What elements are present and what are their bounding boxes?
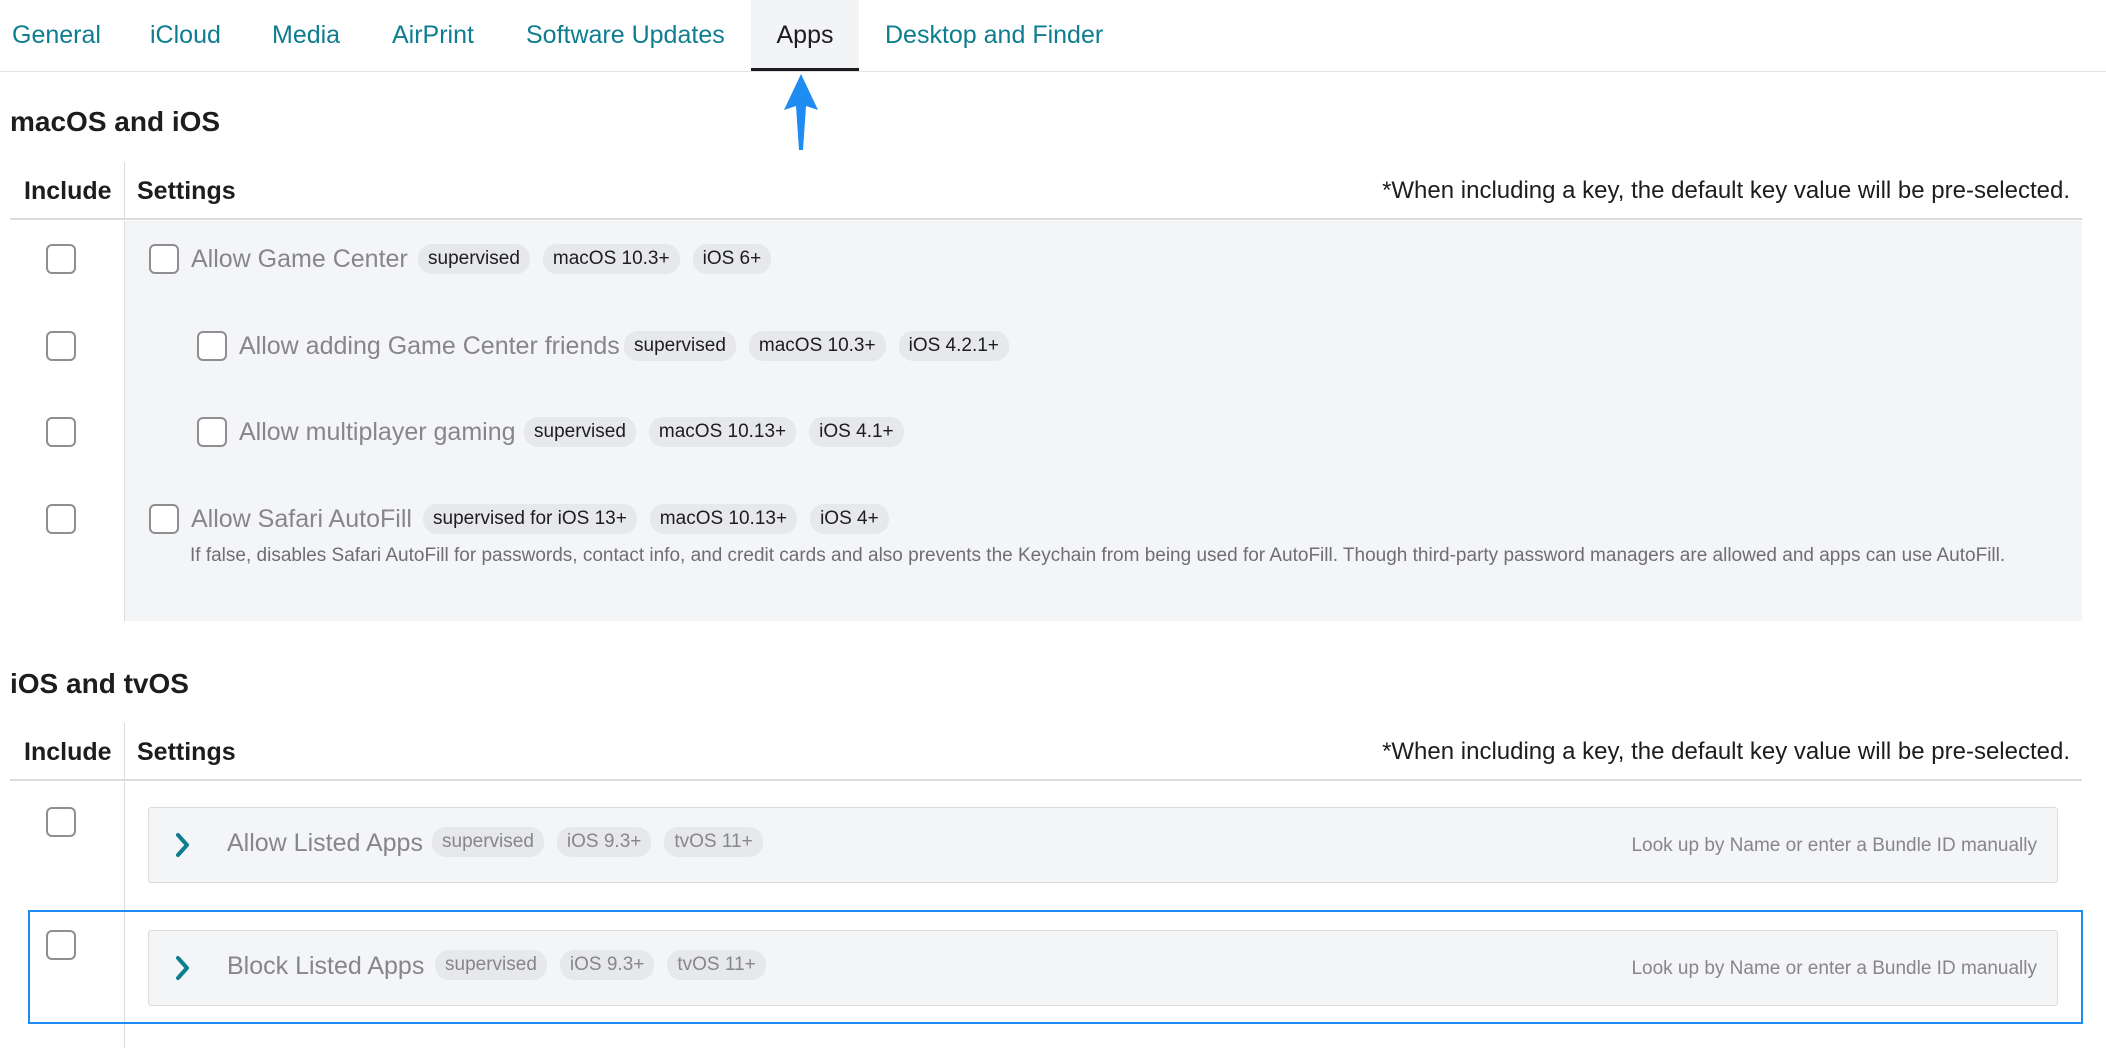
- include-checkbox-allow-listed-apps[interactable]: [46, 807, 76, 837]
- badge-group: supervised iOS 9.3+ tvOS 11+: [435, 950, 766, 980]
- badge: iOS 6+: [692, 244, 772, 274]
- default-value-note: *When including a key, the default key v…: [1382, 177, 2070, 204]
- setting-label-safari-autofill: Allow Safari AutoFill: [191, 505, 412, 533]
- badge: iOS 9.3+: [556, 827, 652, 857]
- column-header-settings: Settings: [137, 177, 236, 205]
- tab-bar: General iCloud Media AirPrint Software U…: [0, 0, 2106, 72]
- badge: supervised: [435, 950, 547, 980]
- badge-group: supervised macOS 10.3+ iOS 6+: [418, 244, 772, 274]
- setting-checkbox-game-center[interactable]: [149, 244, 179, 274]
- badge: macOS 10.3+: [748, 331, 886, 361]
- app-list-label: Allow Listed Apps: [227, 829, 423, 857]
- chevron-right-icon[interactable]: [175, 955, 191, 981]
- column-header-settings: Settings: [137, 738, 236, 766]
- setting-checkbox-game-center-friends[interactable]: [197, 331, 227, 361]
- block-listed-apps-card[interactable]: Block Listed Apps supervised iOS 9.3+ tv…: [148, 930, 2058, 1006]
- chevron-right-icon[interactable]: [175, 832, 191, 858]
- setting-label-game-center-friends: Allow adding Game Center friends: [239, 332, 620, 360]
- badge-group: supervised macOS 10.13+ iOS 4.1+: [524, 417, 904, 447]
- app-list-label: Block Listed Apps: [227, 952, 425, 980]
- tab-apps[interactable]: Apps: [751, 0, 859, 71]
- tab-software-updates[interactable]: Software Updates: [526, 0, 725, 71]
- column-header-include: Include: [24, 177, 112, 205]
- badge: supervised: [418, 244, 530, 274]
- lookup-hint: Look up by Name or enter a Bundle ID man…: [1631, 835, 2037, 856]
- table-header: Include Settings *When including a key, …: [10, 723, 2082, 781]
- badge: macOS 10.13+: [648, 417, 797, 447]
- badge: supervised: [524, 417, 636, 447]
- badge-group: supervised for iOS 13+ macOS 10.13+ iOS …: [423, 504, 889, 534]
- badge-group: supervised macOS 10.3+ iOS 4.2.1+: [624, 331, 1009, 361]
- badge: iOS 9.3+: [559, 950, 655, 980]
- table-header: Include Settings *When including a key, …: [10, 162, 2082, 220]
- badge: macOS 10.13+: [649, 504, 798, 534]
- tab-general[interactable]: General: [12, 0, 101, 71]
- include-checkbox-safari-autofill[interactable]: [46, 504, 76, 534]
- section-title-macos-ios: macOS and iOS: [10, 106, 221, 137]
- tab-media[interactable]: Media: [272, 0, 340, 71]
- column-divider: [124, 723, 125, 781]
- tab-airprint[interactable]: AirPrint: [392, 0, 474, 71]
- badge: supervised: [624, 331, 736, 361]
- allow-listed-apps-card[interactable]: Allow Listed Apps supervised iOS 9.3+ tv…: [148, 807, 2058, 883]
- setting-label-game-center: Allow Game Center: [191, 245, 408, 273]
- badge: supervised: [432, 827, 544, 857]
- badge-group: supervised iOS 9.3+ tvOS 11+: [432, 827, 763, 857]
- annotation-arrow-icon: [784, 74, 818, 150]
- badge: macOS 10.3+: [542, 244, 680, 274]
- badge: iOS 4+: [810, 504, 889, 534]
- setting-label-multiplayer: Allow multiplayer gaming: [239, 418, 516, 446]
- setting-description-safari-autofill: If false, disables Safari AutoFill for p…: [190, 545, 2006, 566]
- badge: iOS 4.1+: [809, 417, 904, 447]
- badge: iOS 4.2.1+: [898, 331, 1009, 361]
- tab-icloud[interactable]: iCloud: [150, 0, 221, 71]
- badge: supervised for iOS 13+: [423, 504, 637, 534]
- include-checkbox-multiplayer[interactable]: [46, 417, 76, 447]
- badge: tvOS 11+: [664, 827, 763, 857]
- column-header-include: Include: [24, 738, 112, 766]
- include-checkbox-block-listed-apps[interactable]: [46, 930, 76, 960]
- include-checkbox-game-center[interactable]: [46, 244, 76, 274]
- lookup-hint: Look up by Name or enter a Bundle ID man…: [1631, 958, 2037, 979]
- include-checkbox-game-center-friends[interactable]: [46, 331, 76, 361]
- badge: tvOS 11+: [667, 950, 766, 980]
- setting-checkbox-multiplayer[interactable]: [197, 417, 227, 447]
- setting-checkbox-safari-autofill[interactable]: [149, 504, 179, 534]
- tab-desktop-and-finder[interactable]: Desktop and Finder: [885, 0, 1103, 71]
- column-divider: [124, 162, 125, 220]
- section-title-ios-tvos: iOS and tvOS: [10, 668, 189, 699]
- default-value-note: *When including a key, the default key v…: [1382, 738, 2070, 765]
